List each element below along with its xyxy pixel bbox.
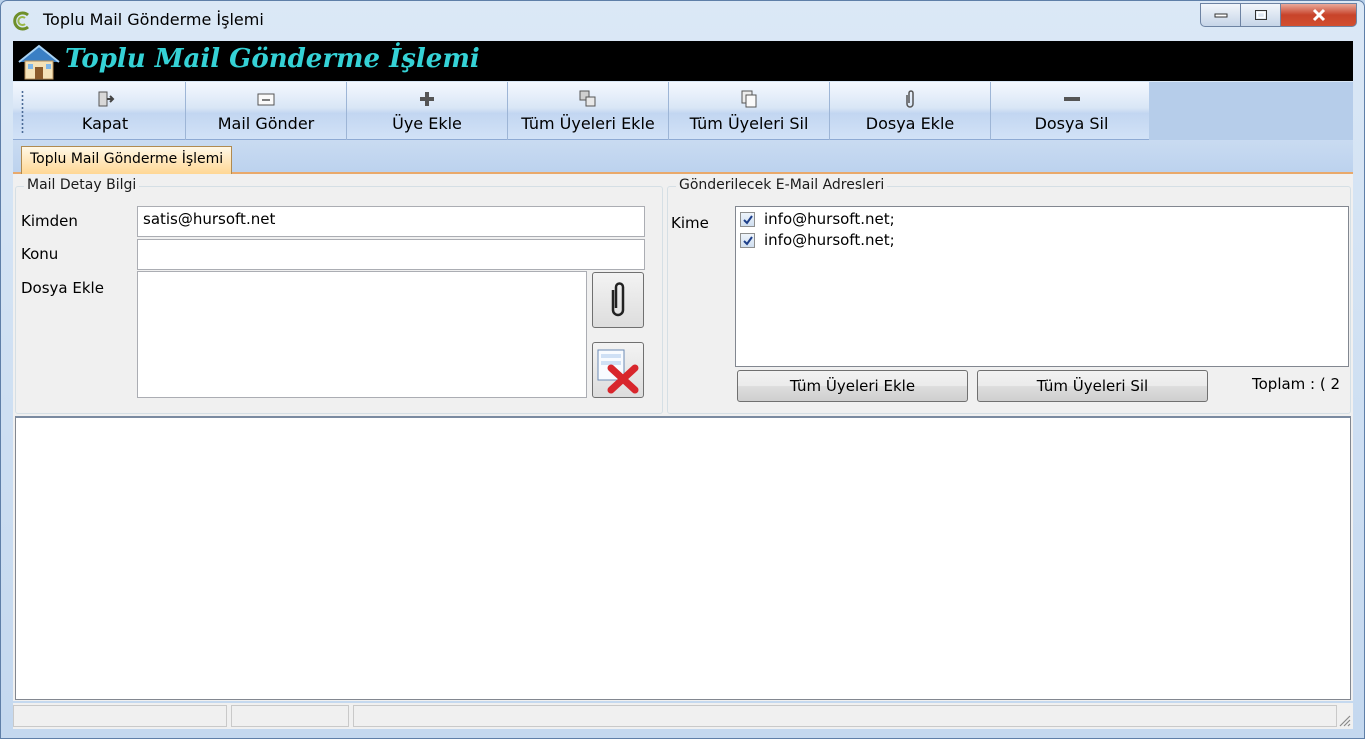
content-area: Mail Detay Bilgi Kimden satis@hursoft.ne… bbox=[13, 174, 1353, 701]
banner-title: Toplu Mail Gönderme İşlemi bbox=[65, 44, 480, 74]
remove-file-tool-button[interactable]: Dosya Sil bbox=[991, 82, 1152, 140]
remove-all-icon bbox=[741, 90, 757, 108]
exit-door-icon bbox=[98, 91, 115, 107]
tab-bulk-mail[interactable]: Toplu Mail Gönderme İşlemi bbox=[21, 146, 233, 174]
tool-label: Mail Gönder bbox=[217, 114, 315, 133]
attach-label: Dosya Ekle bbox=[21, 279, 104, 297]
to-label: Kime bbox=[671, 214, 709, 232]
checkmark-icon bbox=[743, 236, 753, 246]
maximize-icon bbox=[1254, 10, 1267, 20]
resize-grip-icon[interactable] bbox=[1337, 713, 1351, 727]
add-all-members-tool-button[interactable]: Tüm Üyeleri Ekle bbox=[508, 82, 669, 140]
toolbar: Kapat Mail Gönder Üye Ekle Tüm Üyeleri E… bbox=[13, 82, 1149, 140]
mail-detail-group-title: Mail Detay Bilgi bbox=[24, 177, 140, 193]
attachments-list[interactable] bbox=[137, 271, 587, 398]
tool-label: Dosya Sil bbox=[1034, 114, 1109, 133]
checkmark-icon bbox=[743, 215, 753, 225]
add-all-members-button[interactable]: Tüm Üyeleri Ekle bbox=[737, 370, 968, 402]
paperclip-icon bbox=[611, 282, 625, 317]
plus-icon bbox=[420, 92, 434, 106]
close-button[interactable] bbox=[1281, 3, 1357, 27]
remove-all-members-button[interactable]: Tüm Üyeleri Sil bbox=[977, 370, 1208, 402]
main-window: Toplu Mail Gönderme İşlemi Toplu Mail Gö… bbox=[0, 0, 1365, 739]
remove-all-members-tool-button[interactable]: Tüm Üyeleri Sil bbox=[669, 82, 830, 140]
subject-input[interactable] bbox=[137, 239, 645, 270]
minus-icon bbox=[1063, 97, 1080, 101]
minimize-button[interactable] bbox=[1200, 3, 1241, 27]
total-count: Toplam : ( 2 bbox=[1252, 375, 1341, 393]
send-mail-tool-button[interactable]: Mail Gönder bbox=[186, 82, 347, 140]
recipients-group-title: Gönderilecek E-Mail Adresleri bbox=[676, 177, 888, 193]
close-icon bbox=[1312, 8, 1325, 22]
header-banner: Toplu Mail Gönderme İşlemi bbox=[13, 41, 1353, 81]
recipient-email: info@hursoft.net; bbox=[764, 231, 895, 249]
envelope-icon bbox=[257, 93, 275, 106]
toolbar-empty-area bbox=[1149, 82, 1353, 140]
recipient-email: info@hursoft.net; bbox=[764, 210, 895, 228]
recipients-checklist[interactable]: info@hursoft.net; info@hursoft.net; bbox=[735, 206, 1349, 367]
attach-file-button[interactable] bbox=[592, 272, 644, 328]
tool-label: Tüm Üyeleri Sil bbox=[689, 114, 809, 133]
maximize-button[interactable] bbox=[1241, 3, 1281, 27]
minimize-icon bbox=[1214, 13, 1227, 18]
window-title: Toplu Mail Gönderme İşlemi bbox=[43, 10, 264, 29]
message-body-editor[interactable] bbox=[15, 416, 1351, 700]
toolbar-grip[interactable] bbox=[21, 90, 24, 134]
tab-strip: Toplu Mail Gönderme İşlemi bbox=[13, 140, 1353, 174]
home-icon bbox=[18, 44, 60, 80]
recipient-checkbox[interactable] bbox=[740, 212, 755, 227]
add-all-icon bbox=[579, 90, 596, 107]
from-label: Kimden bbox=[21, 212, 78, 230]
status-panel bbox=[231, 705, 349, 727]
status-panel bbox=[353, 705, 1337, 727]
paperclip-icon bbox=[906, 90, 914, 108]
tool-label: Kapat bbox=[81, 114, 129, 133]
status-bar bbox=[13, 703, 1353, 729]
recipient-checkbox[interactable] bbox=[740, 233, 755, 248]
tool-label: Üye Ekle bbox=[392, 114, 462, 133]
tool-label: Tüm Üyeleri Ekle bbox=[521, 114, 655, 133]
tool-label: Dosya Ekle bbox=[865, 114, 955, 133]
from-input[interactable]: satis@hursoft.net bbox=[137, 206, 645, 237]
title-bar[interactable]: Toplu Mail Gönderme İşlemi bbox=[1, 1, 1364, 41]
app-logo-icon bbox=[13, 11, 29, 31]
subject-label: Konu bbox=[21, 245, 59, 263]
close-tool-button[interactable]: Kapat bbox=[25, 82, 186, 140]
remove-file-button[interactable] bbox=[592, 342, 644, 398]
status-panel bbox=[13, 705, 227, 727]
add-file-tool-button[interactable]: Dosya Ekle bbox=[830, 82, 991, 140]
delete-file-icon bbox=[597, 349, 639, 394]
add-member-tool-button[interactable]: Üye Ekle bbox=[347, 82, 508, 140]
